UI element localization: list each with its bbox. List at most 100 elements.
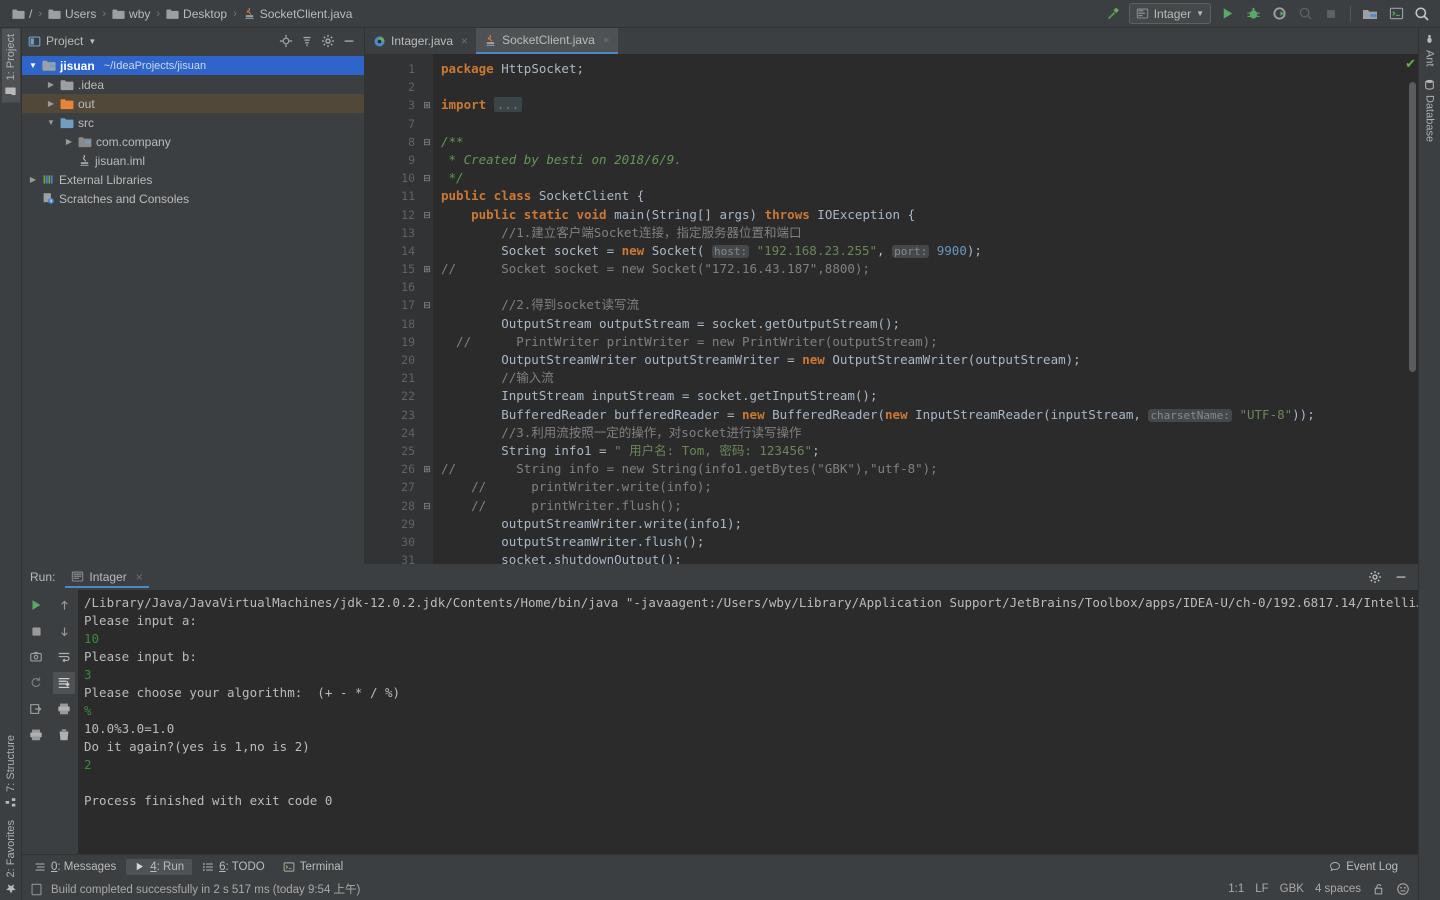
tree-node-label: External Libraries — [59, 172, 153, 187]
tree-node-comcompany[interactable]: ▶ com.company — [22, 132, 364, 151]
line-number: 18 — [401, 316, 415, 331]
restore-layout-icon[interactable] — [25, 672, 47, 694]
chevron-down-icon[interactable]: ▼ — [46, 118, 56, 127]
tree-node-out[interactable]: ▶ out — [22, 94, 364, 113]
code-folding-gutter[interactable]: ⊞ ⊟ ⊟ ⊟ ⊞ ⊟ ⊞ ⊟ — [421, 54, 433, 564]
project-tree: ▼ jisuan ~/IdeaProjects/jisuan ▶ .idea ▶ out ▼ s… — [22, 54, 364, 564]
editor-scrollbar[interactable] — [1409, 82, 1416, 372]
search-everywhere-icon[interactable] — [1412, 4, 1432, 24]
fold-marker[interactable]: ⊞ — [421, 96, 433, 114]
tree-node-idea[interactable]: ▶ .idea — [22, 75, 364, 94]
breadcrumb-item-users[interactable]: Users — [44, 4, 100, 24]
fold-empty — [421, 115, 433, 133]
rail-button-structure[interactable]: 7: Structure — [2, 729, 20, 814]
unlock-icon[interactable] — [1372, 882, 1385, 896]
print-icon[interactable] — [25, 724, 47, 746]
rerun-icon[interactable] — [25, 594, 47, 616]
console-output[interactable]: /Library/Java/JavaVirtualMachines/jdk-12… — [78, 590, 1418, 854]
chevron-down-icon[interactable]: ▼ — [88, 37, 96, 46]
print-icon[interactable] — [53, 698, 75, 720]
bottom-bar-todo[interactable]: 6: TODO — [194, 859, 273, 875]
chevron-right-icon[interactable]: ▶ — [46, 99, 56, 108]
chevron-right-icon[interactable]: ▶ — [46, 80, 56, 89]
collapse-all-icon[interactable] — [298, 32, 316, 50]
fold-marker[interactable]: ⊟ — [421, 169, 433, 187]
rail-button-database[interactable]: Database — [1421, 73, 1439, 148]
chevron-right-icon[interactable]: ▶ — [28, 175, 38, 184]
bottom-bar-messages[interactable]: 0: Messages — [26, 859, 124, 875]
down-stack-icon[interactable] — [53, 620, 75, 642]
caret-position[interactable]: 1:1 — [1228, 883, 1244, 895]
rail-button-favorites[interactable]: 2: Favorites — [2, 814, 20, 900]
clear-all-icon[interactable] — [53, 724, 75, 746]
fold-empty — [421, 242, 433, 260]
code-token: , — [877, 242, 893, 258]
chevron-down-icon[interactable]: ▼ — [28, 61, 38, 70]
bottom-bar-terminal[interactable]: Terminal — [275, 859, 351, 875]
breadcrumb-item-wby[interactable]: wby — [108, 4, 154, 24]
code-editor[interactable]: 1 2 3 7 8 9 10 11 12 13 14 15 16 17 18 19 20 21 22 23 24 25 26… — [365, 54, 1418, 564]
breadcrumb-item-root[interactable]: / — [8, 4, 36, 24]
file-encoding[interactable]: GBK — [1280, 883, 1304, 895]
inspection-face-icon[interactable] — [1396, 882, 1410, 896]
editor-tab-socketclientjava[interactable]: SocketClient.java × — [476, 28, 618, 54]
line-separator[interactable]: LF — [1255, 883, 1268, 895]
settings-gear-icon[interactable] — [1366, 568, 1384, 586]
project-panel-title-group[interactable]: Project ▼ — [28, 34, 96, 48]
dump-threads-icon[interactable] — [25, 646, 47, 668]
line-number: 16 — [401, 280, 415, 295]
tree-node-src[interactable]: ▼ src — [22, 113, 364, 132]
export-icon[interactable] — [25, 698, 47, 720]
run-tab[interactable]: Intager × — [65, 567, 149, 588]
status-message: Build completed successfully in 2 s 517 … — [51, 884, 361, 896]
locate-icon[interactable] — [277, 32, 295, 50]
chevron-right-icon[interactable]: ▶ — [64, 137, 74, 146]
indent-setting[interactable]: 4 spaces — [1315, 883, 1361, 895]
rail-button-project[interactable]: 1: Project — [1, 28, 20, 103]
run-configuration-selector[interactable]: Intager ▼ — [1128, 3, 1211, 24]
hide-icon[interactable] — [340, 32, 358, 50]
close-icon[interactable]: × — [136, 570, 143, 584]
fold-marker[interactable]: ⊞ — [421, 460, 433, 478]
ok-check-icon[interactable]: ✔ — [1405, 56, 1416, 72]
soft-wrap-icon[interactable] — [53, 646, 75, 668]
run-icon[interactable] — [1217, 4, 1237, 24]
tree-node-jisuan[interactable]: ▼ jisuan ~/IdeaProjects/jisuan — [22, 56, 364, 75]
fold-marker[interactable]: ⊟ — [421, 206, 433, 224]
line-number: 13 — [401, 225, 415, 240]
bottom-bar-run[interactable]: 4: Run — [126, 858, 193, 875]
scroll-to-end-icon[interactable] — [53, 672, 75, 694]
chevron-down-icon[interactable]: ▼ — [1196, 9, 1204, 18]
terminal-icon[interactable] — [1386, 4, 1406, 24]
tree-node-jisuaniml[interactable]: jisuan.iml — [22, 151, 364, 170]
rail-button-ant[interactable]: Ant — [1421, 28, 1439, 73]
fold-empty — [421, 533, 433, 551]
breadcrumb-separator: › — [156, 7, 161, 20]
close-icon[interactable]: × — [603, 33, 610, 47]
settings-gear-icon[interactable] — [319, 32, 337, 50]
build-hammer-icon[interactable] — [1103, 4, 1123, 24]
stop-icon[interactable] — [25, 620, 47, 642]
fold-marker[interactable]: ⊟ — [421, 133, 433, 151]
close-icon[interactable]: × — [461, 34, 468, 48]
project-structure-icon[interactable] — [1360, 4, 1380, 24]
fold-marker[interactable]: ⊟ — [421, 497, 433, 515]
run-with-coverage-icon[interactable] — [1269, 4, 1289, 24]
error-stripe-marker[interactable]: ✔ — [1404, 54, 1418, 564]
tree-node-externallibraries[interactable]: ▶ External Libraries — [22, 170, 364, 189]
code-line: package HttpSocket; — [441, 60, 1404, 78]
breadcrumb-item-socketclientjava[interactable]: SocketClient.java — [239, 4, 357, 24]
fold-marker[interactable]: ⊞ — [421, 260, 433, 278]
breadcrumb-item-desktop[interactable]: Desktop — [162, 4, 231, 24]
event-log-button[interactable]: Event Log — [1321, 859, 1406, 875]
tree-node-scratchesandconsoles[interactable]: Scratches and Consoles — [22, 189, 364, 208]
debug-icon[interactable] — [1243, 4, 1263, 24]
editor-tab-label: Intager.java — [391, 34, 454, 48]
editor-tab-intagerjava[interactable]: Intager.java × — [365, 28, 476, 54]
hide-icon[interactable] — [1392, 568, 1410, 586]
source-code[interactable]: package HttpSocket; import ... /** * Cre… — [433, 54, 1404, 564]
fold-marker[interactable]: ⊟ — [421, 296, 433, 314]
console-input-line: 10 — [84, 631, 100, 646]
fold-empty — [421, 333, 433, 351]
up-stack-icon[interactable] — [53, 594, 75, 616]
